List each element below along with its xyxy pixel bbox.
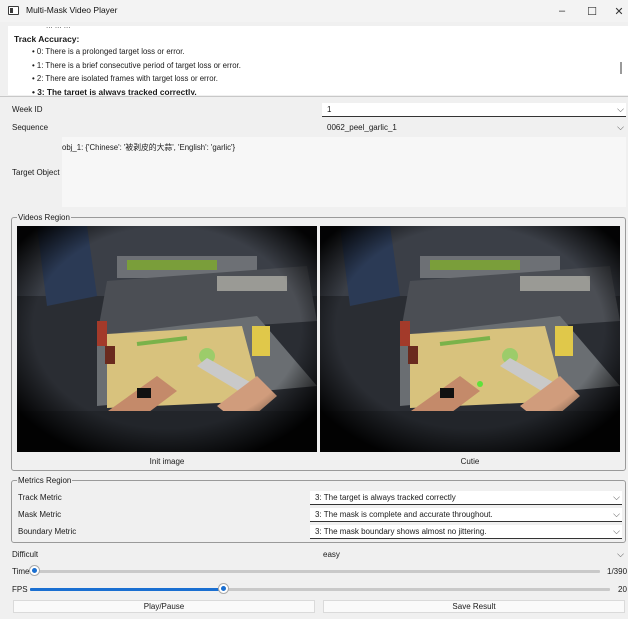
close-button[interactable]: ✕: [605, 3, 628, 19]
fps-slider-handle[interactable]: [219, 584, 229, 593]
instruction-item: • 3: The target is always tracked correc…: [32, 87, 197, 95]
instruction-item: • 0: There is a prolonged target loss or…: [32, 47, 185, 56]
difficult-select[interactable]: easy ⌵: [318, 548, 626, 562]
time-slider-handle[interactable]: [30, 566, 39, 575]
difficult-value: easy: [323, 550, 340, 559]
instructions-heading: Track Accuracy:: [14, 34, 80, 44]
sequence-select[interactable]: 0062_peel_garlic_1 ⌵: [322, 121, 626, 135]
maximize-button[interactable]: ☐: [578, 3, 606, 19]
boundary-metric-select[interactable]: 3: The mask boundary shows almost no jit…: [310, 525, 622, 539]
instruction-item: • 2: There are isolated frames with targ…: [32, 74, 218, 83]
track-metric-label: Track Metric: [18, 493, 62, 502]
track-metric-select[interactable]: 3: The target is always tracked correctl…: [310, 491, 622, 505]
videos-region-title: Videos Region: [17, 213, 71, 222]
save-result-button[interactable]: Save Result: [323, 600, 625, 613]
mask-metric-select[interactable]: 3: The mask is complete and accurate thr…: [310, 508, 622, 522]
chevron-down-icon: ⌵: [617, 104, 624, 114]
fps-slider-fill: [30, 588, 224, 591]
boundary-metric-value: 3: The mask boundary shows almost no jit…: [315, 527, 487, 536]
play-pause-button[interactable]: Play/Pause: [13, 600, 315, 613]
cutie-label: Cutie: [460, 457, 480, 466]
chevron-down-icon: ⌵: [617, 122, 624, 132]
week-id-select[interactable]: 1 ⌵: [322, 103, 626, 117]
instructions-panel[interactable]: ... ... ... Track Accuracy: • 0: There i…: [8, 26, 628, 95]
fps-label: FPS: [12, 585, 28, 594]
target-object-value: obj_1: {'Chinese': '被剥皮的大蒜', 'English': …: [62, 143, 236, 152]
metrics-region-title: Metrics Region: [17, 476, 73, 485]
week-id-value: 1: [327, 105, 332, 114]
instructions-scrollbar[interactable]: [620, 62, 622, 74]
divider: [0, 96, 628, 97]
init-image-label: Init image: [149, 457, 185, 466]
track-metric-value: 3: The target is always tracked correctl…: [315, 493, 456, 502]
fps-value: 20: [618, 585, 627, 594]
instruction-item: • 1: There is a brief consecutive period…: [32, 61, 241, 70]
time-value: 1/390: [607, 567, 628, 576]
difficult-label: Difficult: [12, 550, 39, 559]
chevron-down-icon: ⌵: [617, 549, 624, 559]
init-image-view: [17, 226, 317, 452]
chevron-down-icon: ⌵: [613, 492, 620, 502]
instructions-cut-line: ... ... ...: [46, 26, 70, 30]
sequence-value: 0062_peel_garlic_1: [327, 123, 397, 132]
window-title: Multi-Mask Video Player: [26, 5, 118, 15]
time-label: Time: [12, 567, 30, 576]
target-object-text-area[interactable]: obj_1: {'Chinese': '被剥皮的大蒜', 'English': …: [62, 137, 626, 207]
sequence-label: Sequence: [12, 123, 49, 132]
mask-metric-label: Mask Metric: [18, 510, 62, 519]
mask-metric-value: 3: The mask is complete and accurate thr…: [315, 510, 493, 519]
app-icon: [8, 6, 19, 15]
chevron-down-icon: ⌵: [613, 526, 620, 536]
minimize-button[interactable]: –: [548, 3, 576, 19]
cutie-view: [320, 226, 620, 452]
week-id-label: Week ID: [12, 105, 43, 114]
target-object-label: Target Object: [12, 168, 60, 177]
chevron-down-icon: ⌵: [613, 509, 620, 519]
title-bar: Multi-Mask Video Player – ☐ ✕: [0, 0, 628, 22]
time-slider[interactable]: [34, 570, 600, 573]
boundary-metric-label: Boundary Metric: [18, 527, 77, 536]
